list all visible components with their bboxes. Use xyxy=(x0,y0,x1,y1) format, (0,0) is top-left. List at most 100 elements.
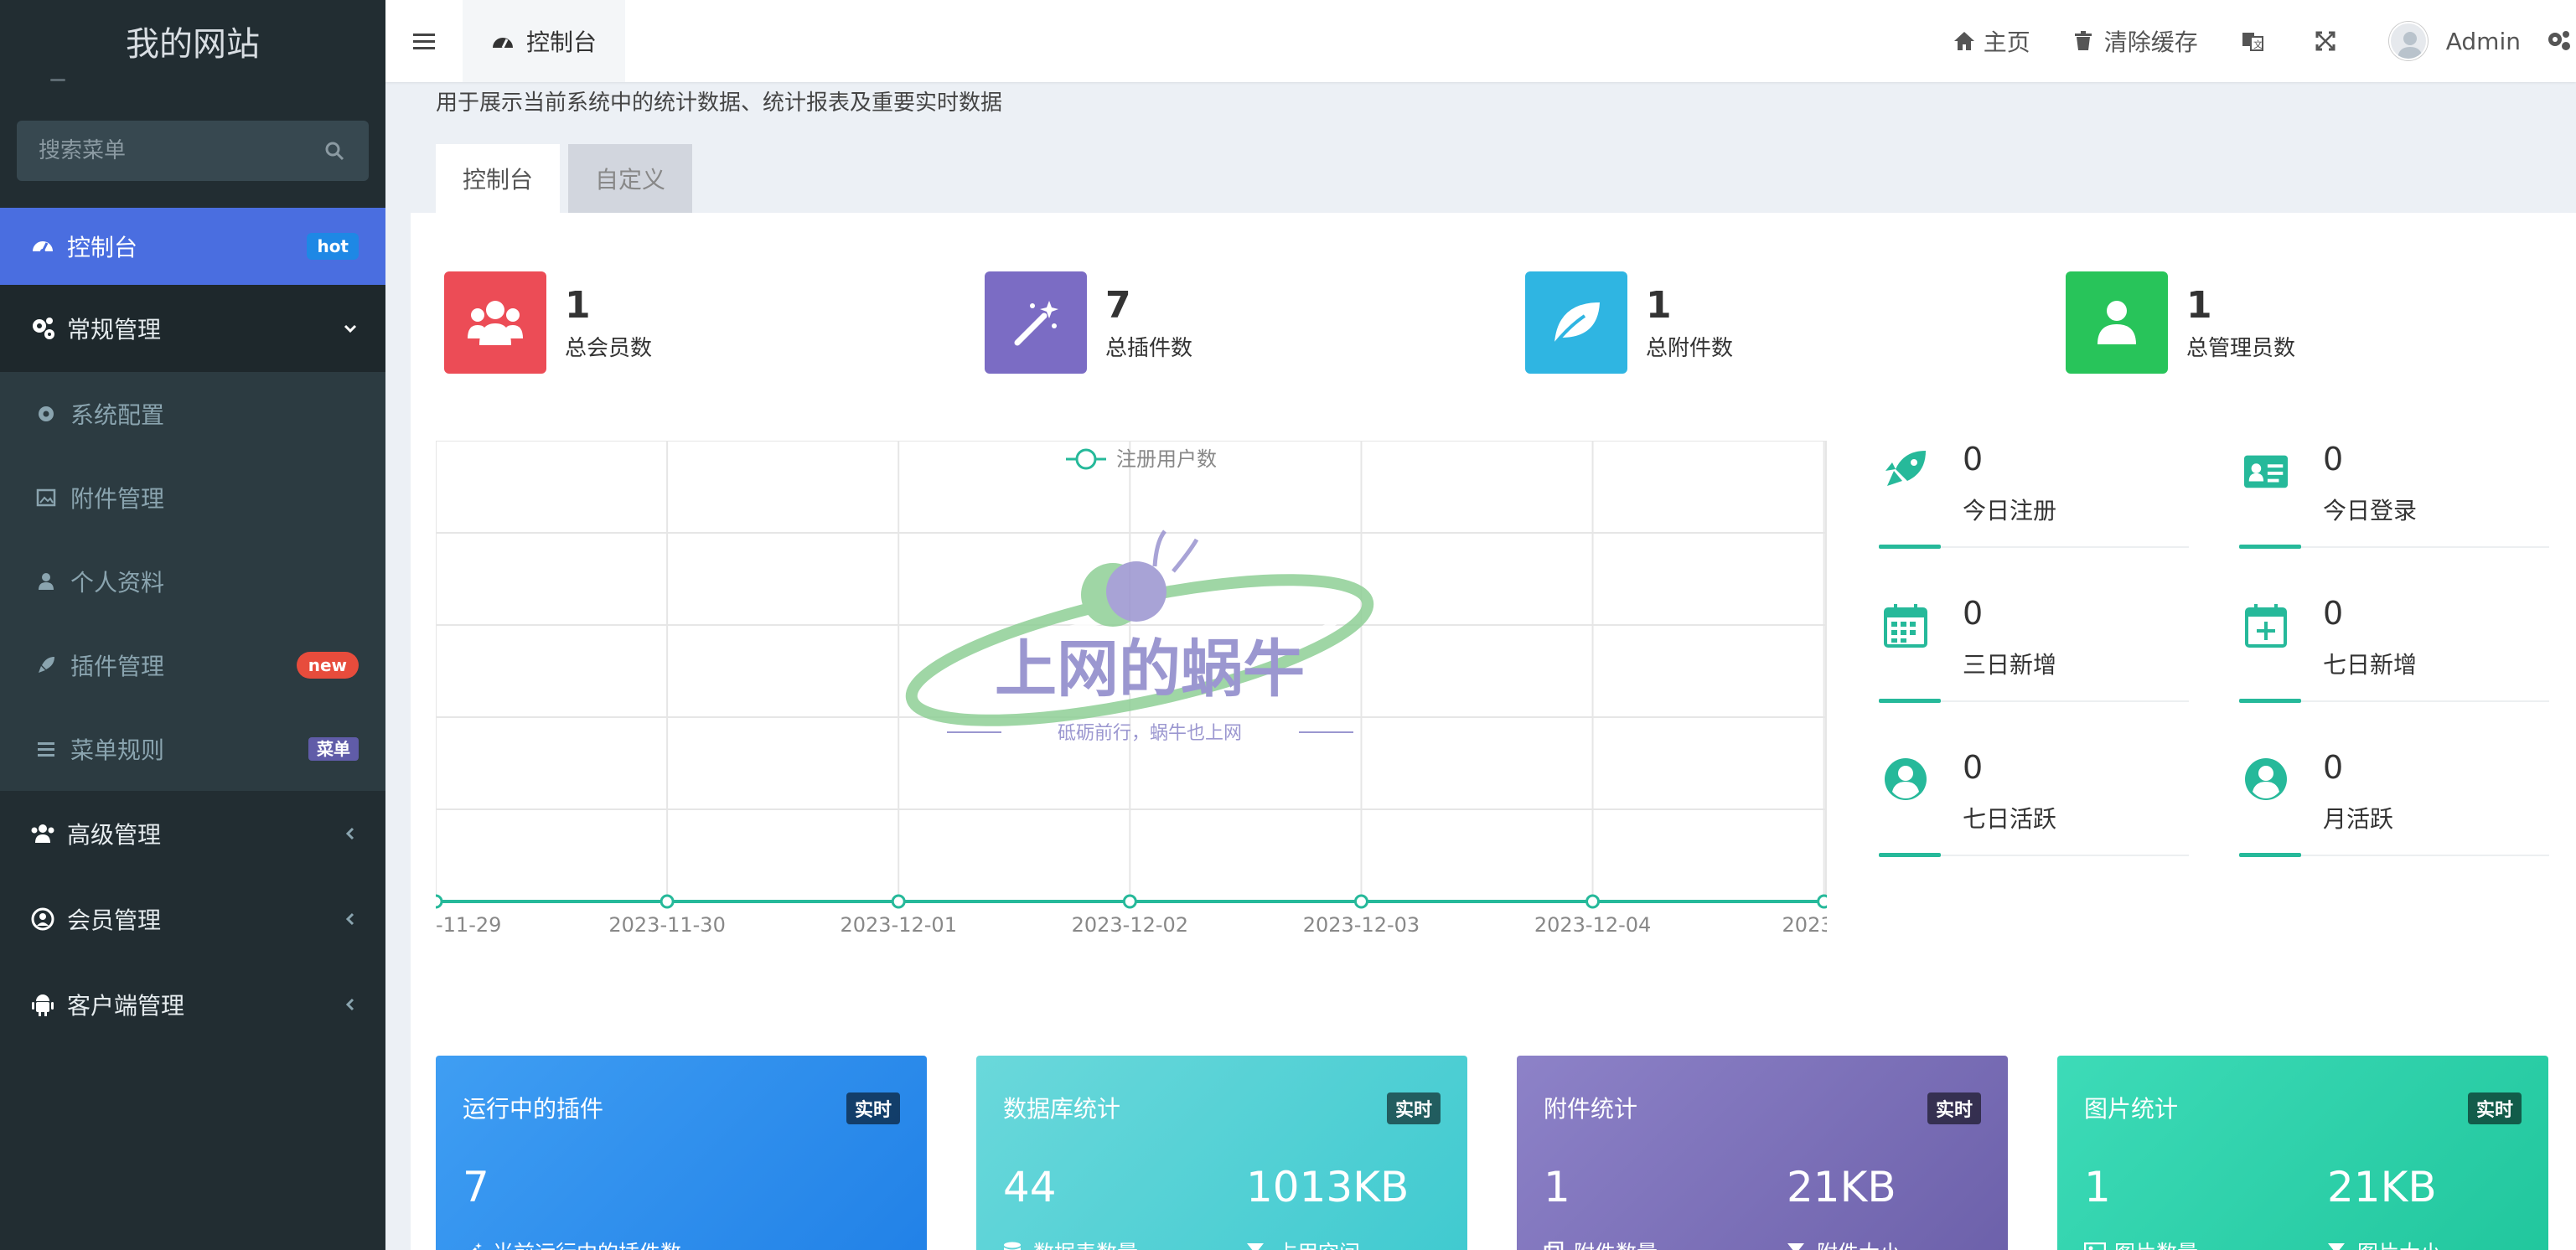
card-label-text: 图片数量 xyxy=(2114,1237,2198,1250)
card-image-stats: 图片统计 实时 1 21KB 图片数量 图片大小 xyxy=(2057,1056,2548,1250)
tab-custom[interactable]: 自定义 xyxy=(568,144,693,213)
chart-legend: 注册用户数 xyxy=(1066,447,1217,471)
realtime-tag: 实时 xyxy=(1927,1092,1981,1124)
sidebar-item-profile[interactable]: 个人资料 xyxy=(0,540,385,623)
card-value: 1 xyxy=(1544,1163,1570,1211)
data-point xyxy=(1353,894,1368,909)
card-value: 21KB xyxy=(1787,1163,1896,1211)
x-tick-label: 2023-12 xyxy=(1782,913,1827,937)
mini-stat-label: 七日活跃 xyxy=(1963,805,2057,833)
stat-total-members: 1 总会员数 xyxy=(444,271,652,374)
user-menu[interactable]: Admin xyxy=(2367,0,2542,82)
data-point xyxy=(660,894,675,909)
top-header: 控制台 主页 清除缓存 文 Admin xyxy=(385,0,2576,82)
mini-stat-value: 0 xyxy=(1963,749,1984,786)
data-point xyxy=(1817,894,1832,909)
calendar-plus-icon xyxy=(2242,602,2289,648)
sidebar-item-general[interactable]: 常规管理 xyxy=(0,285,385,372)
card-label: 占用空间 xyxy=(1246,1237,1360,1250)
dashboard-icon xyxy=(28,232,57,261)
menu-search-input[interactable] xyxy=(39,138,322,163)
mini-stat-monthly-active: 0 月活跃 xyxy=(2239,749,2549,903)
dashboard-icon xyxy=(491,28,518,54)
card-label: 图片大小 xyxy=(2327,1237,2441,1250)
stat-label: 总管理员数 xyxy=(2186,335,2296,361)
files-icon xyxy=(1544,1240,1567,1250)
card-label: 附件大小 xyxy=(1787,1237,1901,1250)
card-label-text: 图片大小 xyxy=(2357,1237,2441,1250)
sidebar-item-plugins[interactable]: 插件管理 new xyxy=(0,623,385,707)
accent-bar xyxy=(1879,545,1941,549)
mini-stat-three-day-new: 0 三日新增 xyxy=(1879,595,2189,749)
user-icon xyxy=(34,569,59,594)
sidebar: 我的网站 控制台 hot 常规管理 xyxy=(0,0,385,1250)
id-card-icon xyxy=(2242,447,2289,494)
magic-wand-icon xyxy=(463,1240,486,1250)
dashboard-panel: 1 总会员数 7 总插件数 1 总附件数 1 总管理员数 上网的蜗牛 砥砺前行，… xyxy=(411,213,2576,1250)
home-label: 主页 xyxy=(1983,28,2030,56)
chevron-left-icon xyxy=(342,991,359,1019)
sidebar-item-label: 个人资料 xyxy=(70,569,165,597)
legend-marker xyxy=(1075,448,1097,470)
data-point xyxy=(1122,894,1137,909)
legend-label: 注册用户数 xyxy=(1116,447,1217,471)
sidebar-item-clients[interactable]: 客户端管理 xyxy=(0,962,385,1047)
data-point xyxy=(428,894,443,909)
x-tick-label: 2023-12-04 xyxy=(1534,913,1651,937)
cogs-icon xyxy=(28,314,57,343)
language-button[interactable]: 文 xyxy=(2220,0,2294,82)
site-logo[interactable]: 我的网站 xyxy=(0,0,385,82)
clear-cache-button[interactable]: 清除缓存 xyxy=(2052,0,2220,82)
stat-value: 1 xyxy=(565,283,591,327)
mini-stat-label: 七日新增 xyxy=(2323,651,2418,679)
home-button[interactable]: 主页 xyxy=(1932,0,2052,82)
filter-icon xyxy=(1246,1240,1270,1250)
mini-stat-seven-day-active: 0 七日活跃 xyxy=(1879,749,2189,903)
menu-search-box xyxy=(17,121,369,181)
sidebar-item-menu-rules[interactable]: 菜单规则 菜单 xyxy=(0,707,385,791)
fullscreen-button[interactable] xyxy=(2294,0,2367,82)
expand-icon xyxy=(2315,28,2341,54)
sidebar-item-label: 常规管理 xyxy=(67,316,162,343)
hot-badge: hot xyxy=(307,233,359,260)
x-tick-label: 2023-12-02 xyxy=(1072,913,1188,937)
realtime-tag: 实时 xyxy=(2467,1092,2522,1124)
stat-value: 1 xyxy=(1646,283,1672,327)
sidebar-item-attachments[interactable]: 附件管理 xyxy=(0,456,385,540)
sidebar-toggle-button[interactable] xyxy=(385,0,463,82)
mini-stat-seven-day-new: 0 七日新增 xyxy=(2239,595,2549,749)
mini-stat-label: 今日注册 xyxy=(1963,497,2057,524)
sidebar-item-members[interactable]: 会员管理 xyxy=(0,876,385,962)
user-circle-icon xyxy=(2242,756,2289,803)
mini-stat-value: 0 xyxy=(2323,749,2344,786)
sidebar-item-dashboard[interactable]: 控制台 hot xyxy=(0,208,385,285)
tab-console[interactable]: 控制台 xyxy=(436,144,561,213)
content-tabs: 控制台 自定义 xyxy=(436,144,701,213)
watermark-title: 上网的蜗牛 xyxy=(995,633,1305,705)
accent-bar xyxy=(1879,699,1941,703)
avatar xyxy=(2388,22,2428,60)
card-value: 44 xyxy=(1003,1163,1057,1211)
card-value: 7 xyxy=(463,1163,489,1211)
sidebar-item-label: 附件管理 xyxy=(70,485,165,513)
page-description: 用于展示当前系统中的统计数据、统计报表及重要实时数据 xyxy=(436,90,1003,116)
svg-text:文: 文 xyxy=(2253,39,2263,50)
card-title: 数据库统计 xyxy=(1003,1095,1121,1123)
chevron-down-icon xyxy=(342,315,359,343)
clear-cache-label: 清除缓存 xyxy=(2103,28,2198,56)
settings-button[interactable] xyxy=(2542,0,2576,82)
stat-label: 总附件数 xyxy=(1646,335,1734,361)
watermark-subtitle: 砥砺前行，蜗牛也上网 xyxy=(1058,723,1242,744)
sidebar-item-advanced[interactable]: 高级管理 xyxy=(0,791,385,876)
rocket-icon xyxy=(1882,447,1929,494)
sidebar-item-label: 会员管理 xyxy=(67,907,162,934)
header-actions: 主页 清除缓存 文 Admin xyxy=(1932,0,2576,82)
search-icon[interactable] xyxy=(322,138,347,163)
sidebar-item-system-config[interactable]: 系统配置 xyxy=(0,372,385,456)
card-title: 图片统计 xyxy=(2084,1095,2179,1123)
user-circle-icon xyxy=(1882,756,1929,803)
card-running-plugins: 运行中的插件 实时 7 当前运行中的插件数 xyxy=(436,1056,927,1250)
main-content: 用于展示当前系统中的统计数据、统计报表及重要实时数据 控制台 自定义 1 总会员… xyxy=(385,82,2576,1250)
tab-dashboard[interactable]: 控制台 xyxy=(463,0,626,82)
user-icon xyxy=(2066,271,2168,374)
